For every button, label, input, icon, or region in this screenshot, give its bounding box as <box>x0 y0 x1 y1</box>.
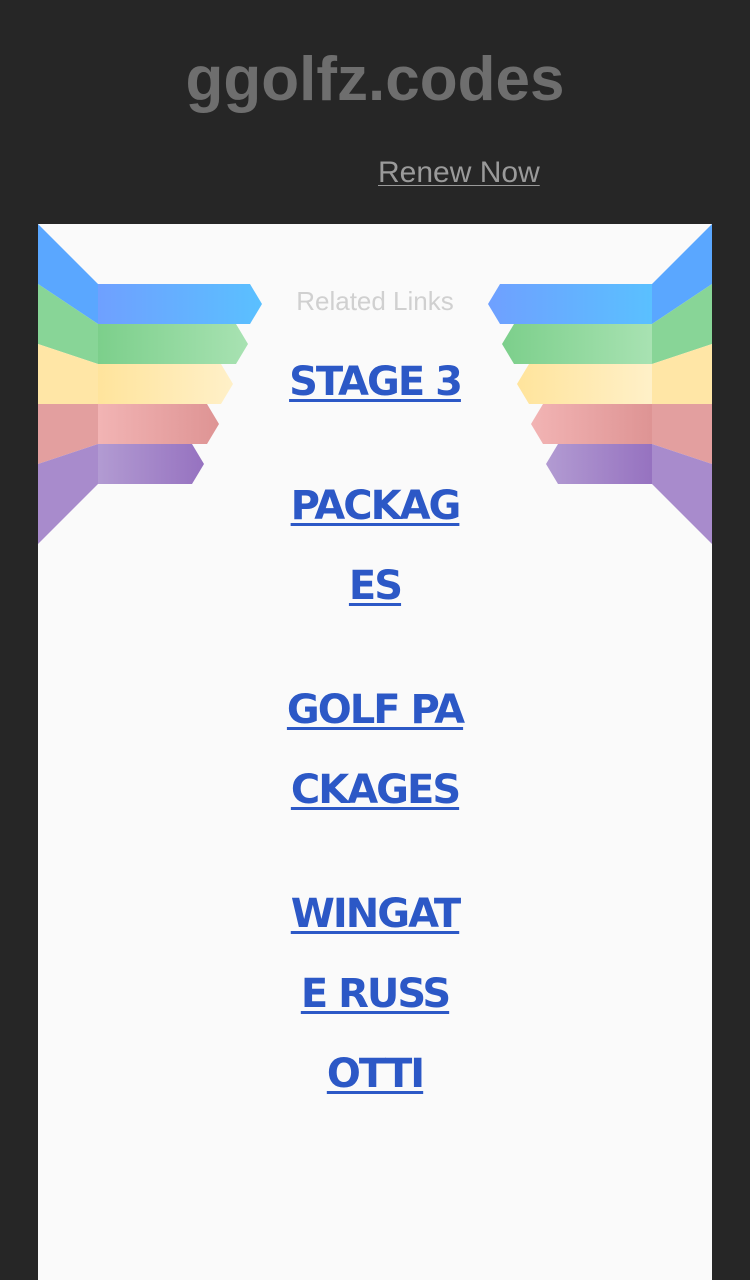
related-links-list: STAGE 3 PACKAGES GOLF PACKAGES WINGATE R… <box>38 342 712 1158</box>
related-links-panel: Related Links STAGE 3 PACKAGES GOLF PACK… <box>38 224 712 1280</box>
related-link-packages[interactable]: PACKAGES <box>291 483 462 609</box>
related-link-golf-packages[interactable]: GOLF PACKAGES <box>287 687 465 813</box>
related-links-heading: Related Links <box>296 286 454 316</box>
list-item: STAGE 3 <box>285 342 465 422</box>
renew-now-link[interactable]: Renew Now <box>378 154 540 192</box>
related-link-stage-3[interactable]: STAGE 3 <box>289 359 463 405</box>
list-item: WINGATE RUSSOTTI <box>285 874 465 1114</box>
site-title: ggolfz.codes <box>185 45 565 114</box>
related-link-wingate-russotti[interactable]: WINGATE RUSSOTTI <box>291 891 461 1097</box>
list-item: PACKAGES <box>285 466 465 626</box>
list-item: GOLF PACKAGES <box>285 670 465 830</box>
